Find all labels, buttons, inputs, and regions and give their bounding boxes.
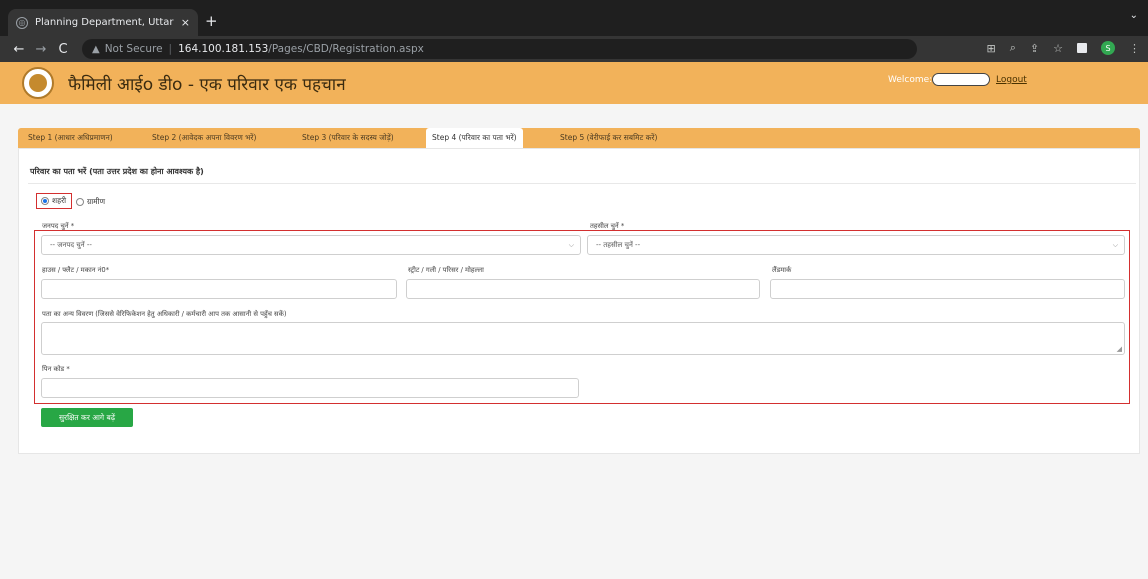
site-title: फैमिली आईo डीo - एक परिवार एक पहचान <box>68 75 346 95</box>
district-select-value: -- जनपद चुनें -- <box>50 240 92 249</box>
translate-icon[interactable]: ⊞ <box>987 42 996 55</box>
tab-step-5[interactable]: Step 5 (वेरीफाई कर सबमिट करें) <box>554 128 663 148</box>
browser-tab[interactable]: ◎ Planning Department, Uttar Pr... × <box>8 9 198 36</box>
district-label: जनपद चुनें * <box>42 222 75 230</box>
pincode-label: पिन कोड * <box>42 365 70 373</box>
other-details-label: पता का अन्य विवरण (जिससे वेरिफिकेशन हेतु… <box>42 310 287 318</box>
address-bar[interactable]: ▲ Not Secure | 164.100.181.153 /Pages/CB… <box>82 39 917 59</box>
rural-radio-label[interactable]: ग्रामीण <box>87 197 105 207</box>
chevron-down-icon: ⌵ <box>1112 241 1118 249</box>
house-label: हाउस / फ्लैट / मकान नं0* <box>42 266 110 274</box>
street-label: स्ट्रीट / गली / परिसर / मोहल्ला <box>408 266 484 274</box>
tehsil-select[interactable]: -- तहसील चुनें -- ⌵ <box>587 235 1125 255</box>
site-favicon-icon: ◎ <box>16 16 28 29</box>
url-path: /Pages/CBD/Registration.aspx <box>268 43 424 55</box>
tab-step-4[interactable]: Step 4 (परिवार का पता भरें) <box>426 128 523 148</box>
warning-icon[interactable]: ▲ <box>92 44 100 55</box>
section-title: परिवार का पता भरें (पता उत्तर प्रदेश का … <box>30 167 204 176</box>
url-host: 164.100.181.153 <box>178 43 269 55</box>
other-details-textarea[interactable]: ◢ <box>41 322 1125 355</box>
step-tabs: Step 1 (आधार अधिप्रमाणन) Step 2 (आवेदक अ… <box>18 128 1140 148</box>
landmark-label: लैंडमार्क <box>772 266 792 274</box>
urban-radio-highlight: शहरी <box>36 193 72 209</box>
share-icon[interactable]: ⇪ <box>1030 42 1039 55</box>
section-divider <box>28 183 1136 184</box>
bookmark-star-icon[interactable]: ☆ <box>1053 42 1063 55</box>
chevron-down-icon: ⌵ <box>568 241 574 249</box>
new-tab-icon[interactable]: + <box>205 12 218 30</box>
reload-icon[interactable]: C <box>52 42 74 57</box>
street-input[interactable] <box>406 279 760 299</box>
browser-tab-bar: ◎ Planning Department, Uttar Pr... × + ⌄ <box>0 0 1148 36</box>
up-government-emblem-icon <box>22 67 54 99</box>
tab-title: Planning Department, Uttar Pr... <box>34 17 175 28</box>
resize-handle-icon[interactable]: ◢ <box>1117 345 1122 353</box>
welcome-username-redacted <box>932 73 990 86</box>
tab-search-icon[interactable]: ⌄ <box>1130 10 1138 21</box>
zoom-icon[interactable]: ⌕ <box>1010 41 1016 55</box>
url-separator: | <box>168 43 173 55</box>
house-input[interactable] <box>41 279 397 299</box>
tehsil-label: तहसील चुनें * <box>590 222 625 230</box>
district-select[interactable]: -- जनपद चुनें -- ⌵ <box>41 235 581 255</box>
tab-step-3[interactable]: Step 3 (परिवार के सदस्य जोड़ें) <box>296 128 400 148</box>
landmark-input[interactable] <box>770 279 1125 299</box>
tab-step-2[interactable]: Step 2 (आवेदक अपना विवरण भरें) <box>146 128 262 148</box>
pincode-input[interactable] <box>41 378 579 398</box>
site-header: फैमिली आईo डीo - एक परिवार एक पहचान Welc… <box>0 62 1148 104</box>
logout-link[interactable]: Logout <box>996 75 1027 85</box>
tehsil-select-value: -- तहसील चुनें -- <box>596 240 641 249</box>
tab-step-1[interactable]: Step 1 (आधार अधिप्रमाणन) <box>22 128 119 148</box>
rural-radio[interactable] <box>76 198 84 206</box>
welcome-label: Welcome: <box>888 75 933 85</box>
browser-toolbar: ← → C ▲ Not Secure | 164.100.181.153 /Pa… <box>0 36 1148 62</box>
back-icon[interactable]: ← <box>8 42 30 57</box>
menu-kebab-icon[interactable]: ⋮ <box>1129 42 1140 55</box>
save-and-next-button[interactable]: सुरक्षित कर आगे बढ़ें <box>41 408 133 427</box>
forward-icon[interactable]: → <box>30 42 52 57</box>
not-secure-label: Not Secure <box>104 43 163 55</box>
urban-radio-label[interactable]: शहरी <box>52 196 66 206</box>
close-tab-icon[interactable]: × <box>181 16 190 29</box>
rural-radio-group: ग्रामीण <box>76 197 105 207</box>
sidebar-icon[interactable] <box>1077 43 1087 53</box>
profile-avatar[interactable]: S <box>1101 41 1115 55</box>
urban-radio[interactable] <box>41 197 49 205</box>
browser-tools: ⊞ ⌕ ⇪ ☆ S ⋮ <box>987 41 1140 55</box>
